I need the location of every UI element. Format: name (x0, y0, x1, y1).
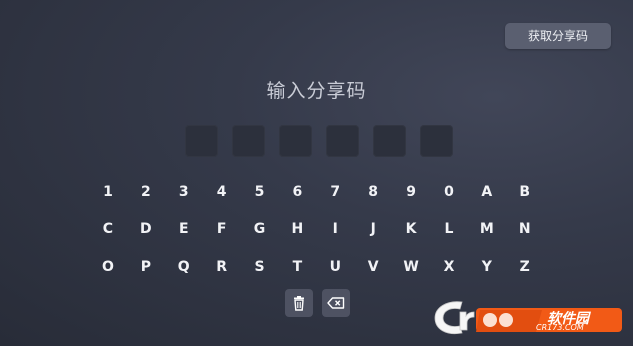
code-slot-6 (420, 125, 453, 157)
key-8[interactable]: 8 (354, 173, 392, 211)
key-n[interactable]: N (506, 211, 544, 249)
key-j[interactable]: J (354, 211, 392, 249)
code-slot-1 (185, 125, 218, 157)
key-2[interactable]: 2 (127, 173, 165, 211)
key-r[interactable]: R (203, 248, 241, 286)
key-h[interactable]: H (278, 211, 316, 249)
key-9[interactable]: 9 (392, 173, 430, 211)
key-i[interactable]: I (316, 211, 354, 249)
key-a[interactable]: A (468, 173, 506, 211)
key-f[interactable]: F (203, 211, 241, 249)
key-z[interactable]: Z (506, 248, 544, 286)
watermark-logo: 软件园 CR173.COM (432, 296, 630, 338)
key-7[interactable]: 7 (316, 173, 354, 211)
key-y[interactable]: Y (468, 248, 506, 286)
key-1[interactable]: 1 (89, 173, 127, 211)
on-screen-keyboard: 1 2 3 4 5 6 7 8 9 0 A B C D E F G H I J … (89, 173, 544, 286)
key-s[interactable]: S (241, 248, 279, 286)
key-e[interactable]: E (165, 211, 203, 249)
key-o[interactable]: O (89, 248, 127, 286)
key-u[interactable]: U (316, 248, 354, 286)
get-share-code-button[interactable]: 获取分享码 (505, 23, 611, 49)
key-6[interactable]: 6 (278, 173, 316, 211)
share-code-input[interactable] (185, 125, 453, 157)
backspace-button[interactable] (322, 289, 350, 317)
watermark-domain: CR173.COM (536, 323, 584, 332)
key-q[interactable]: Q (165, 248, 203, 286)
code-slot-2 (232, 125, 265, 157)
key-l[interactable]: L (430, 211, 468, 249)
key-k[interactable]: K (392, 211, 430, 249)
key-4[interactable]: 4 (203, 173, 241, 211)
page-title: 输入分享码 (266, 80, 367, 102)
key-v[interactable]: V (354, 248, 392, 286)
key-3[interactable]: 3 (165, 173, 203, 211)
key-0[interactable]: 0 (430, 173, 468, 211)
clear-button[interactable] (285, 289, 313, 317)
key-t[interactable]: T (278, 248, 316, 286)
key-g[interactable]: G (241, 211, 279, 249)
key-d[interactable]: D (127, 211, 165, 249)
key-p[interactable]: P (127, 248, 165, 286)
code-slot-4 (326, 125, 359, 157)
key-m[interactable]: M (468, 211, 506, 249)
key-5[interactable]: 5 (241, 173, 279, 211)
key-w[interactable]: W (392, 248, 430, 286)
key-c[interactable]: C (89, 211, 127, 249)
code-slot-5 (373, 125, 406, 157)
code-slot-3 (279, 125, 312, 157)
key-b[interactable]: B (506, 173, 544, 211)
keyboard-actions (285, 289, 350, 317)
key-x[interactable]: X (430, 248, 468, 286)
backspace-icon (327, 297, 345, 309)
trash-icon (294, 295, 304, 311)
